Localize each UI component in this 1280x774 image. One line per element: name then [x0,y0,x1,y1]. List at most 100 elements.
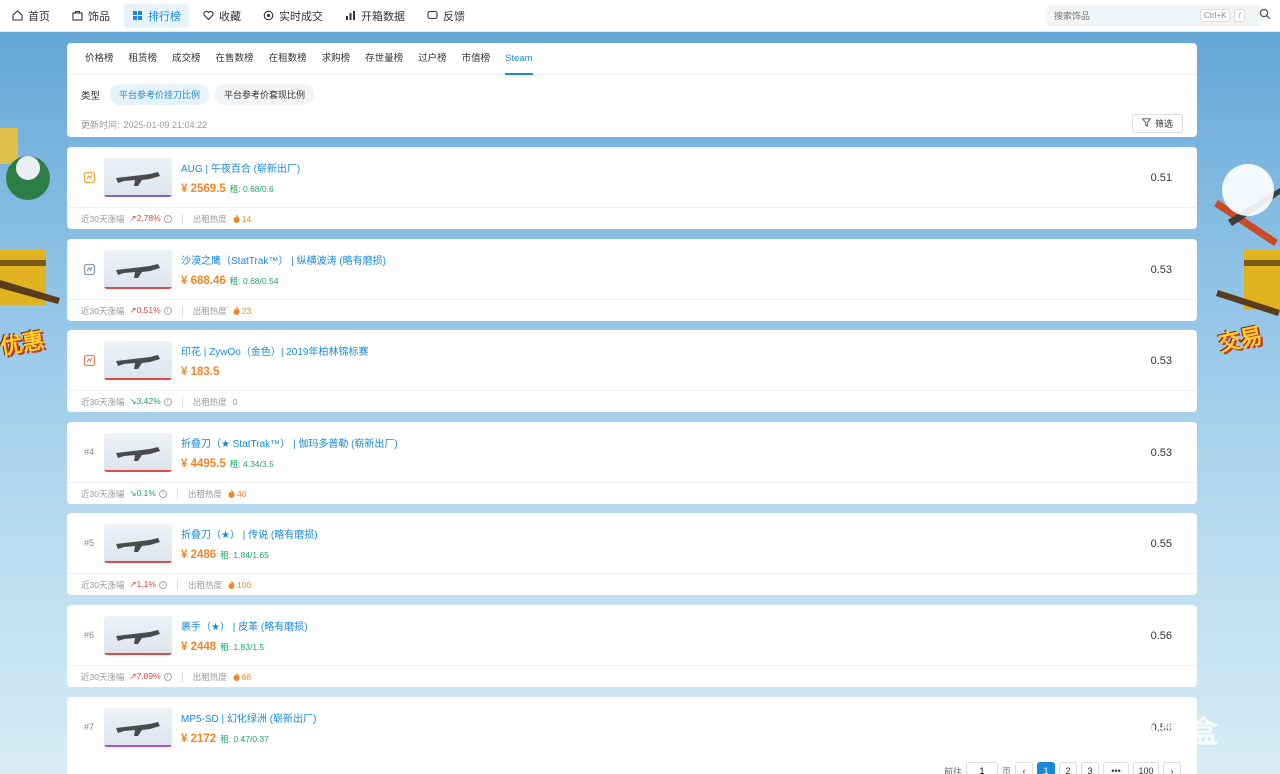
chip-arbitrage-ratio[interactable]: 平台参考价挂刀比例 [110,84,210,105]
nav-item-1[interactable]: 饰品 [64,4,118,28]
page-button-2[interactable]: 3 [1081,762,1100,774]
info-icon[interactable]: i [158,489,167,498]
divider [176,488,178,499]
info-icon[interactable]: i [163,306,172,315]
tab-9[interactable]: Steam [505,43,534,75]
change-label: 近30天涨幅 [81,213,125,224]
item-price-row: ¥ 2448 租: 1.83/1.5 [181,641,264,653]
nav-item-4[interactable]: 实时成交 [255,4,331,28]
flame-icon [228,489,235,498]
heat-label: 出租热度 [192,396,227,407]
search-icon[interactable] [1259,8,1271,23]
rank-number: #7 [83,722,94,732]
page-button-0[interactable]: 1 [1037,762,1056,774]
item-thumbnail[interactable] [104,433,172,472]
chip-cashout-ratio[interactable]: 平台参考价套现比例 [215,84,315,105]
item-stats-row: 近30天涨幅 ↗7.89% i 出租热度 68 [67,665,1197,687]
item-price-row: ¥ 4495.5 租: 4.34/3.5 [181,458,274,470]
item-thumbnail[interactable] [104,708,172,747]
info-icon[interactable]: i [158,580,167,589]
info-icon[interactable]: i [163,672,172,681]
heat-value: 23 [241,305,252,316]
item-name-link[interactable]: 印花 | ZywOo（金色）| 2019年柏林锦标赛 [181,343,368,358]
tab-4[interactable]: 在租数榜 [269,43,307,75]
nav-item-2[interactable]: 排行榜 [124,3,189,28]
item-name-link[interactable]: 折叠刀（★） | 传说 (略有磨损) [181,526,318,541]
item-name-link[interactable]: 裹手（★） | 皮革 (略有磨损) [181,618,308,633]
divider [181,305,183,316]
goto-page-input[interactable] [966,762,999,774]
change-value: ↘0.1% [129,488,156,498]
info-icon[interactable]: i [163,214,172,223]
ranking-item-card[interactable]: AUG | 午夜百合 (崭新出厂) ¥ 2569.5 租: 0.68/0.6 0.51… [67,147,1197,229]
nav-item-6[interactable]: 反馈 [419,4,473,28]
page-button-4[interactable]: 100 [1133,762,1160,774]
nav-item-label: 反馈 [443,10,465,23]
change-label: 近30天涨幅 [81,396,125,407]
ranking-item-card[interactable]: 沙漠之鹰（StatTrak™） | 纵横波涛 (略有磨损) ¥ 688.46 租: … [67,239,1197,321]
item-price-row: ¥ 688.46 租: 0.68/0.54 [181,275,278,287]
divider [181,213,183,224]
next-page-button[interactable]: › [1163,762,1182,774]
search-box[interactable]: Ctrl+K / [1046,5,1262,26]
item-thumbnail[interactable] [104,158,172,197]
change-value: ↗7.89% [129,671,161,681]
item-price-row: ¥ 2172 租: 0.47/0.37 [181,733,269,745]
change-label: 近30天涨幅 [81,305,125,316]
prev-page-button[interactable]: ‹ [1015,762,1034,774]
medal-bronze-icon [81,352,97,368]
update-time: 更新时间: 2025-01-09 21:04:22 [81,118,207,131]
rent-price: 租: 4.34/3.5 [229,459,274,469]
nav-item-5[interactable]: 开箱数据 [337,4,413,28]
item-stats-row: 近30天涨幅 ↗2.78% i 出租热度 14 [67,207,1197,229]
item-thumbnail[interactable] [104,616,172,655]
ranking-item-card[interactable]: 印花 | ZywOo（金色）| 2019年柏林锦标赛 ¥ 183.5 0.53 近30… [67,330,1197,412]
nav-item-label: 实时成交 [279,10,323,23]
tab-6[interactable]: 存世量榜 [365,43,403,75]
goto-prefix: 前往 [944,766,963,774]
nav-item-0[interactable]: 首页 [4,4,58,28]
tab-3[interactable]: 在售数榜 [216,43,254,75]
search-input[interactable] [1046,10,1196,21]
change-value: ↘3.42% [129,396,161,406]
tab-5[interactable]: 求购榜 [322,43,351,75]
change-label: 近30天涨幅 [81,579,125,590]
ranking-item-card[interactable]: #5 折叠刀（★） | 传说 (略有磨损) ¥ 2486 租: 1.84/1.65 0.… [67,513,1197,595]
rarity-bar [104,745,172,747]
item-name-link[interactable]: 沙漠之鹰（StatTrak™） | 纵横波涛 (略有磨损) [181,252,386,267]
change-value: ↗0.51% [129,305,161,315]
chart-icon [345,10,356,21]
filter-label: 筛选 [1154,119,1173,129]
nav-item-3[interactable]: 收藏 [195,4,249,28]
heat-label: 出租热度 [187,579,222,590]
live-icon [263,10,274,21]
heart-icon [203,10,214,21]
item-thumbnail[interactable] [104,524,172,563]
item-stats-row: 近30天涨幅 ↗0.51% i 出租热度 23 [67,299,1197,321]
ranking-item-card[interactable]: #4 折叠刀（★ StatTrak™） | 伽玛多普勒 (崭新出厂) ¥ 4495.… [67,422,1197,504]
item-name-link[interactable]: 折叠刀（★ StatTrak™） | 伽玛多普勒 (崭新出厂) [181,435,398,450]
filter-button[interactable]: 筛选 [1131,114,1183,133]
tab-0[interactable]: 价格榜 [85,43,114,75]
page-button-3[interactable]: ••• [1103,762,1130,774]
item-name-link[interactable]: MP5-SD | 幻化绿洲 (崭新出厂) [181,710,316,725]
item-price: ¥ 2172 [181,733,217,745]
tab-8[interactable]: 市值榜 [462,43,491,75]
item-thumbnail[interactable] [104,341,172,380]
item-name-link[interactable]: AUG | 午夜百合 (崭新出厂) [181,160,300,175]
info-icon[interactable]: i [163,397,172,406]
tab-7[interactable]: 过户榜 [418,43,447,75]
rent-price: 租: 1.84/1.65 [220,550,269,560]
bag-icon [72,10,83,21]
update-label: 更新时间: [81,120,120,130]
flame-icon [228,580,235,589]
divider [181,396,183,407]
heat-label: 出租热度 [192,213,227,224]
page-button-1[interactable]: 2 [1059,762,1078,774]
item-thumbnail[interactable] [104,250,172,289]
slash-hint: / [1234,9,1245,22]
tab-2[interactable]: 成交榜 [172,43,201,75]
ratio-value: 0.53 [1150,264,1172,276]
ranking-item-card[interactable]: #6 裹手（★） | 皮革 (略有磨损) ¥ 2448 租: 1.83/1.5 0.56… [67,605,1197,687]
tab-1[interactable]: 租赁榜 [129,43,158,75]
